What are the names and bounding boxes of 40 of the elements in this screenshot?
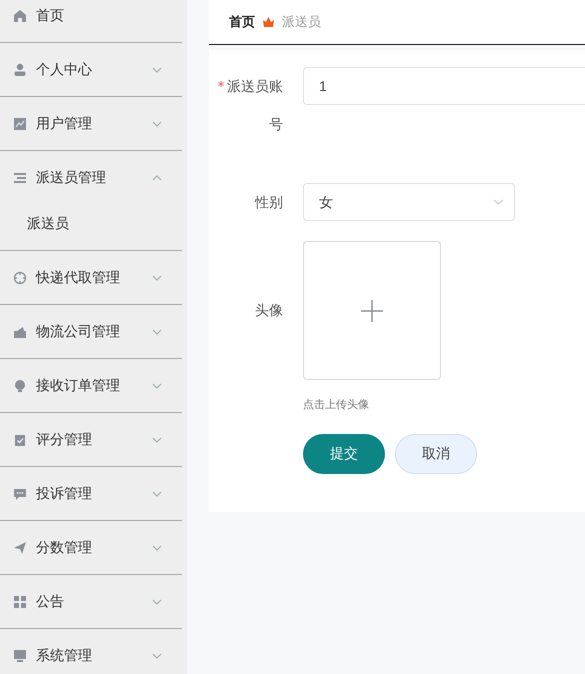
- person-icon: [13, 62, 27, 76]
- breadcrumb-item[interactable]: 首页: [229, 12, 255, 32]
- field-label: 派送员账号: [217, 67, 293, 143]
- menu-item[interactable]: 派送员管理: [0, 151, 182, 204]
- menu-item[interactable]: 快递代取管理: [0, 251, 182, 304]
- list-icon: [13, 170, 27, 184]
- crown-icon: [263, 17, 274, 27]
- select-field[interactable]: 女: [303, 183, 515, 221]
- required-icon: [218, 81, 224, 87]
- upload-box[interactable]: [303, 241, 441, 380]
- home-icon: [13, 8, 27, 22]
- paper-plane-icon: [13, 540, 27, 554]
- chat-icon: [13, 486, 27, 500]
- submenu-item[interactable]: 派送员: [27, 212, 69, 234]
- breadcrumb-item: 派送员: [282, 13, 321, 32]
- plus-icon: [361, 300, 383, 322]
- menu-item[interactable]: 首页: [0, 0, 182, 42]
- cancel-button[interactable]: 取消: [395, 434, 477, 474]
- menu-item[interactable]: 投诉管理: [0, 467, 182, 520]
- submit-button[interactable]: 提交: [303, 434, 385, 474]
- monitor-icon: [13, 648, 27, 662]
- menu-item[interactable]: 公告: [0, 575, 182, 628]
- crosshair-icon: [13, 270, 27, 284]
- field-label: 性别: [254, 193, 284, 212]
- menu-item[interactable]: 用户管理: [0, 97, 182, 150]
- grid-icon: [13, 594, 27, 608]
- clipboard-check-icon: [13, 432, 27, 446]
- wallet-icon: [13, 324, 27, 338]
- chevron-down-icon: [493, 199, 504, 205]
- field-label: 头像: [254, 301, 284, 320]
- input-field[interactable]: 1: [303, 67, 585, 105]
- menu-item[interactable]: 评分管理: [0, 413, 182, 466]
- menu-item[interactable]: 个人中心: [0, 43, 182, 96]
- menu-item[interactable]: 接收订单管理: [0, 359, 182, 412]
- menu-item[interactable]: 系统管理: [0, 629, 182, 674]
- upload-hint: 点击上传头像: [303, 398, 370, 413]
- menu-item[interactable]: 分数管理: [0, 521, 182, 574]
- bulb-icon: [13, 378, 27, 392]
- chart-icon: [13, 116, 27, 130]
- menu-item[interactable]: 物流公司管理: [0, 305, 182, 358]
